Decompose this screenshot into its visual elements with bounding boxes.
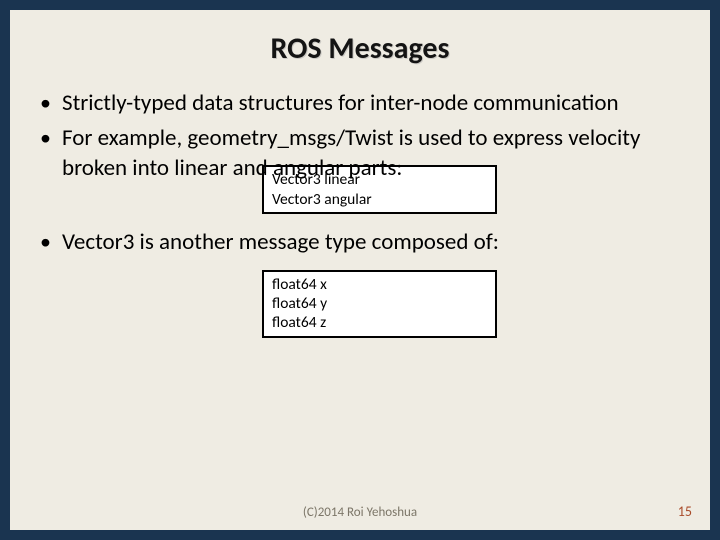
code-line: float64 x xyxy=(272,275,487,294)
code-line: float64 z xyxy=(272,313,487,332)
bullet-list: Vector3 is another message type composed… xyxy=(38,228,682,257)
bullet-item: For example, geometry_msgs/Twist is used… xyxy=(38,124,682,183)
bullet-list: Strictly-typed data structures for inter… xyxy=(38,89,682,183)
code-line: Vector3 angular xyxy=(272,190,487,209)
slide-title: ROS Messages xyxy=(38,30,682,67)
bullet-item: Vector3 is another message type composed… xyxy=(38,228,682,257)
slide: ROS Messages Strictly-typed data structu… xyxy=(10,10,710,530)
code-line: float64 y xyxy=(272,294,487,313)
footer-copyright: (C)2014 Roi Yehoshua xyxy=(10,505,710,520)
bullet-item: Strictly-typed data structures for inter… xyxy=(38,89,682,118)
page-number: 15 xyxy=(678,503,692,520)
code-box-vector3: float64 x float64 y float64 z xyxy=(262,270,497,338)
